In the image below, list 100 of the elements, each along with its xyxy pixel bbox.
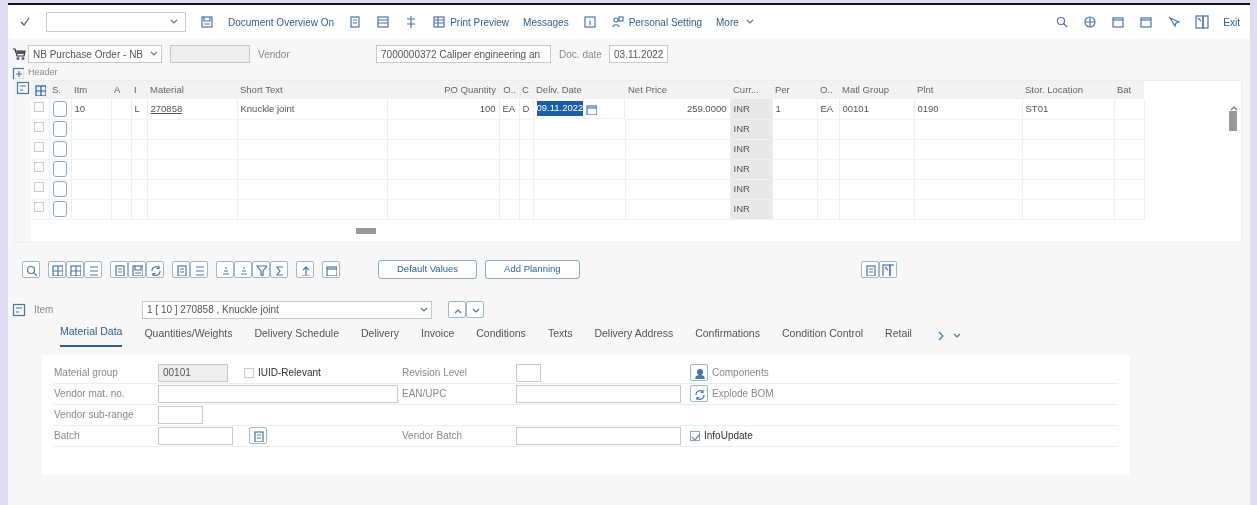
upload-button[interactable] <box>296 261 314 278</box>
vertical-scrollbar[interactable] <box>1229 111 1237 131</box>
column-header[interactable]: Curr... <box>730 81 772 99</box>
status-field[interactable] <box>52 181 67 197</box>
column-header[interactable]: O.. <box>499 81 519 99</box>
document-overview-button[interactable]: Document Overview On <box>228 14 335 30</box>
add-planning-button[interactable]: Add Planning <box>485 260 580 279</box>
tab[interactable]: Conditions <box>476 323 526 347</box>
input-field[interactable] <box>158 384 398 403</box>
tab[interactable]: Condition Control <box>781 323 864 347</box>
layout-button[interactable] <box>878 261 897 278</box>
collapse-icon[interactable] <box>16 81 30 95</box>
layout-icon[interactable] <box>1195 15 1210 29</box>
column-header[interactable]: Itm <box>71 81 111 99</box>
status-field[interactable] <box>52 121 67 137</box>
column-header[interactable]: Bat <box>1114 81 1144 99</box>
row-selector[interactable] <box>34 141 44 152</box>
tab[interactable]: Invoice <box>420 323 455 347</box>
sort-button[interactable] <box>216 261 234 278</box>
checkbox[interactable] <box>690 430 700 441</box>
zoom-button[interactable] <box>22 261 40 278</box>
tab[interactable]: Retail <box>885 323 912 347</box>
messages-button[interactable]: Messages <box>523 14 569 30</box>
refresh-button[interactable] <box>146 261 164 278</box>
input-field[interactable] <box>516 426 681 445</box>
column-header[interactable]: Material <box>147 81 237 99</box>
grid-button[interactable] <box>48 261 66 278</box>
column-header[interactable]: I <box>131 81 147 99</box>
input-field[interactable] <box>158 426 233 445</box>
list-button[interactable] <box>190 261 208 278</box>
status-field[interactable] <box>52 161 67 177</box>
input-field[interactable] <box>516 363 541 382</box>
filter-button[interactable] <box>252 261 270 278</box>
default-values-button[interactable]: Default Values <box>378 260 478 279</box>
horizontal-scrollbar[interactable] <box>356 227 376 234</box>
item-dropdown[interactable]: 1 [ 10 ] 270858 , Knuckle joint <box>142 300 432 319</box>
column-header[interactable]: S. <box>49 81 71 99</box>
personal-setting-button[interactable]: Personal Setting <box>610 14 703 30</box>
column-header[interactable]: Stor. Location <box>1022 81 1114 99</box>
document-button[interactable] <box>172 261 190 278</box>
tab[interactable]: Material Data <box>60 321 123 347</box>
expand-icon[interactable] <box>12 67 24 79</box>
document-button[interactable] <box>110 261 128 278</box>
action-button[interactable]: Explode BOM <box>690 385 774 402</box>
sort-button[interactable] <box>234 261 252 278</box>
status-field[interactable] <box>52 201 67 217</box>
column-header[interactable]: C <box>519 81 533 99</box>
input-field[interactable] <box>516 384 681 403</box>
next-item-button[interactable] <box>466 301 484 318</box>
document-button[interactable] <box>860 261 879 278</box>
input-field[interactable]: 00101 <box>158 363 228 382</box>
input-field[interactable] <box>158 405 203 424</box>
search-icon[interactable] <box>1055 15 1070 29</box>
column-header[interactable]: Per <box>772 81 817 99</box>
column-header[interactable]: O.. <box>817 81 839 99</box>
tab[interactable]: Delivery Address <box>594 323 674 347</box>
column-header[interactable]: Matl Group <box>839 81 914 99</box>
row-selector[interactable] <box>34 101 44 112</box>
calendar-icon[interactable] <box>585 102 598 115</box>
save-icon[interactable] <box>200 15 214 29</box>
more-button[interactable]: More <box>716 14 755 30</box>
doc-date-field[interactable]: 03.11.2022 <box>609 45 669 63</box>
column-header[interactable]: Deliv. Date <box>533 81 625 99</box>
print-preview-button[interactable]: Print Preview <box>432 14 510 30</box>
collapse-icon[interactable] <box>12 302 26 317</box>
tab[interactable]: Texts <box>547 323 573 347</box>
column-header[interactable]: Short Text <box>237 81 387 99</box>
globe-icon[interactable] <box>1083 15 1098 29</box>
tab[interactable]: Delivery Schedule <box>254 323 340 347</box>
command-field[interactable] <box>46 12 186 32</box>
grid-button[interactable] <box>66 261 84 278</box>
vendor-field[interactable]: 7000000372 Caliper engineering an <box>376 45 552 63</box>
tab[interactable]: Confirmations <box>695 323 760 347</box>
tab[interactable]: Quantities/Weights <box>144 323 233 347</box>
document-number-field[interactable] <box>170 45 251 63</box>
checkbox[interactable] <box>244 367 254 378</box>
date-cell[interactable]: 09.11.2022 <box>536 101 584 116</box>
action-button[interactable]: Components <box>690 364 769 381</box>
status-field[interactable] <box>52 141 67 157</box>
lookup-button[interactable] <box>249 427 267 444</box>
sigma-button[interactable] <box>270 261 288 278</box>
window-icon[interactable] <box>1111 15 1126 29</box>
column-header[interactable]: Plnt <box>914 81 1022 99</box>
row-selector[interactable] <box>34 121 44 132</box>
tab[interactable]: Delivery <box>361 323 399 347</box>
status-field[interactable] <box>52 100 67 117</box>
material-link[interactable]: 270858 <box>150 102 183 114</box>
row-selector[interactable] <box>34 161 44 172</box>
pointer-icon[interactable] <box>1167 15 1182 29</box>
previous-item-button[interactable] <box>448 301 466 318</box>
column-header[interactable]: Net Price <box>625 81 730 99</box>
column-header[interactable]: A <box>111 81 131 99</box>
save-button[interactable] <box>128 261 146 278</box>
info-icon[interactable] <box>582 15 597 29</box>
column-header[interactable]: PO Quantity <box>387 81 499 99</box>
order-type-dropdown[interactable]: NB Purchase Order - NB <box>28 45 163 63</box>
row-selector[interactable] <box>34 181 44 192</box>
list-button[interactable] <box>84 261 102 278</box>
exit-button[interactable]: Exit <box>1223 14 1240 30</box>
window-icon[interactable] <box>1139 15 1154 29</box>
